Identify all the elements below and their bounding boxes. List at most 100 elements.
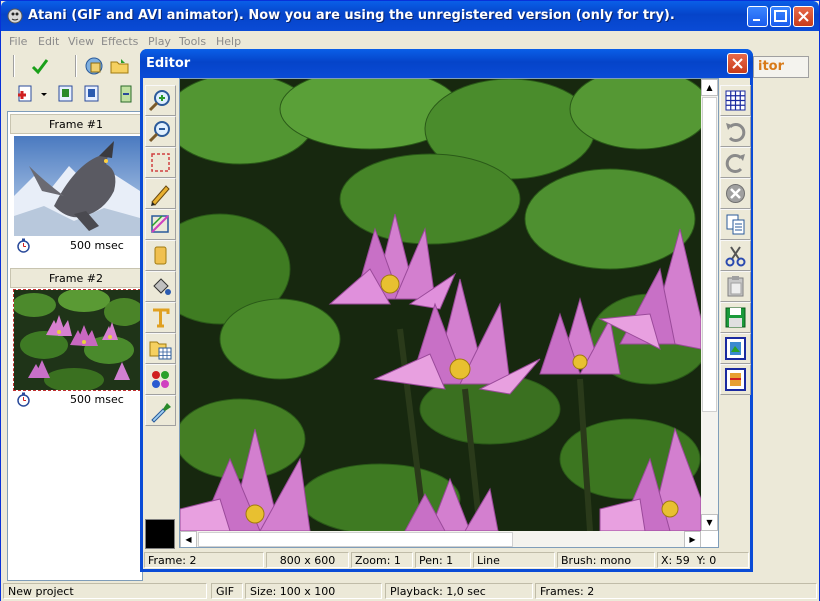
horizontal-scrollbar[interactable]: ◀ ▶ bbox=[180, 531, 701, 547]
menu-play[interactable]: Play bbox=[148, 35, 171, 48]
color-picker-tool[interactable] bbox=[145, 364, 176, 395]
frame-thumbnail[interactable] bbox=[13, 289, 141, 391]
paste-button[interactable] bbox=[720, 271, 751, 302]
dropdown-arrow-icon[interactable] bbox=[39, 83, 49, 105]
close-button[interactable] bbox=[793, 6, 814, 27]
canvas-image-water-lilies[interactable] bbox=[180, 79, 701, 531]
zoom-in-tool[interactable] bbox=[145, 85, 176, 116]
status-frames: Frames: 2 bbox=[535, 583, 817, 599]
canvas-area[interactable]: ▲ ▼ ◀ ▶ bbox=[179, 78, 719, 548]
scroll-left-button[interactable]: ◀ bbox=[180, 531, 197, 547]
menu-tools[interactable]: Tools bbox=[179, 35, 206, 48]
text-tool[interactable] bbox=[145, 302, 176, 333]
menu-file[interactable]: File bbox=[9, 35, 27, 48]
text-icon bbox=[153, 308, 170, 328]
frames-panel[interactable]: Frame #1 500 msec Frame #2 500 msec bbox=[7, 111, 143, 581]
editor-status-frame: Frame: 2 bbox=[144, 552, 264, 568]
frame-item[interactable]: Frame #2 500 msec bbox=[10, 268, 142, 408]
scroll-right-button[interactable]: ▶ bbox=[684, 531, 701, 547]
edit-toolbar bbox=[720, 85, 752, 395]
open-folder-icon[interactable] bbox=[109, 55, 131, 77]
menu-help[interactable]: Help bbox=[216, 35, 241, 48]
water-lilies-thumb-image bbox=[14, 290, 140, 390]
add-frame-icon[interactable] bbox=[15, 83, 37, 105]
cut-button[interactable] bbox=[720, 240, 751, 271]
frame-delay: 500 msec bbox=[70, 393, 124, 406]
open-web-icon[interactable] bbox=[83, 55, 105, 77]
undo-icon bbox=[726, 123, 746, 142]
editor-status-bar: Frame: 2 800 x 600 Zoom: 1 Pen: 1 Line B… bbox=[143, 550, 750, 569]
editor-close-button[interactable] bbox=[727, 53, 748, 74]
vertical-scrollbar[interactable]: ▲ ▼ bbox=[701, 79, 718, 531]
move-frame-left-icon[interactable] bbox=[55, 83, 77, 105]
stopwatch-icon[interactable] bbox=[16, 238, 31, 253]
frame-info: 500 msec bbox=[10, 390, 142, 408]
title-bar[interactable]: Atani (GIF and AVI animator). Now you ar… bbox=[1, 1, 819, 31]
frame-properties-icon[interactable] bbox=[115, 83, 137, 105]
vertical-scroll-thumb[interactable] bbox=[702, 97, 717, 412]
pencil-icon bbox=[151, 185, 170, 206]
frame-info: 500 msec bbox=[10, 236, 142, 254]
copy-icon bbox=[726, 214, 745, 235]
horizontal-scroll-thumb[interactable] bbox=[198, 532, 513, 547]
pencil-tool[interactable] bbox=[145, 178, 176, 209]
zoom-out-icon bbox=[148, 121, 170, 143]
close-icon bbox=[798, 11, 809, 22]
editor-window: Editor ▲ ▼ ◀ ▶ Frame: 2 800 x 600 Zoom: … bbox=[140, 49, 753, 572]
current-color-swatch[interactable] bbox=[145, 519, 175, 549]
menu-edit[interactable]: Edit bbox=[38, 35, 59, 48]
frame-item[interactable]: Frame #1 500 msec bbox=[10, 114, 142, 254]
move-frame-right-icon[interactable] bbox=[81, 83, 103, 105]
editor-status-pen: Pen: 1 bbox=[415, 552, 471, 568]
editor-status-brush: Brush: mono bbox=[557, 552, 655, 568]
app-logo-icon bbox=[7, 8, 23, 24]
status-bar: New project GIF Size: 100 x 100 Playback… bbox=[1, 581, 819, 601]
grid-calendar-tool[interactable] bbox=[145, 333, 176, 364]
menu-effects[interactable]: Effects bbox=[101, 35, 138, 48]
maximize-button[interactable] bbox=[770, 6, 791, 27]
line-tool[interactable] bbox=[145, 209, 176, 240]
frame-label: Frame #2 bbox=[10, 268, 142, 288]
menu-view[interactable]: View bbox=[68, 35, 94, 48]
save-button[interactable] bbox=[720, 302, 751, 333]
app-title: Atani (GIF and AVI animator). Now you ar… bbox=[28, 8, 675, 23]
scroll-up-button[interactable]: ▲ bbox=[701, 79, 718, 96]
checkmark-icon[interactable] bbox=[29, 55, 51, 77]
status-format: GIF bbox=[211, 583, 243, 599]
copy-button[interactable] bbox=[720, 209, 751, 240]
fill-tool[interactable] bbox=[145, 271, 176, 302]
editor-tab[interactable]: itor bbox=[753, 56, 809, 78]
dragon-scene-image bbox=[14, 136, 140, 236]
stopwatch-icon[interactable] bbox=[16, 392, 31, 407]
close-icon bbox=[732, 58, 743, 69]
grid-tool[interactable] bbox=[720, 85, 751, 116]
scroll-down-button[interactable]: ▼ bbox=[701, 514, 718, 531]
editor-status-tool: Line bbox=[473, 552, 555, 568]
undo-button[interactable] bbox=[720, 116, 751, 147]
select-tool[interactable] bbox=[145, 147, 176, 178]
frame-thumbnail[interactable] bbox=[14, 136, 140, 236]
editor-title-bar[interactable]: Editor bbox=[140, 49, 753, 78]
eraser-tool[interactable] bbox=[145, 240, 176, 271]
frame-image-button[interactable] bbox=[720, 333, 751, 364]
redo-icon bbox=[725, 154, 745, 173]
eyedropper-icon bbox=[151, 403, 171, 423]
paste-icon bbox=[727, 276, 744, 297]
editor-title: Editor bbox=[146, 56, 191, 71]
export-frame-button[interactable] bbox=[720, 364, 751, 395]
drawing-toolbar bbox=[145, 85, 176, 525]
eyedropper-tool[interactable] bbox=[145, 395, 176, 426]
grid-icon bbox=[725, 90, 746, 111]
folder-grid-icon bbox=[149, 341, 172, 360]
minimize-icon bbox=[753, 19, 760, 21]
redo-button[interactable] bbox=[720, 147, 751, 178]
toolbar-separator bbox=[13, 55, 15, 77]
minimize-button[interactable] bbox=[747, 6, 768, 27]
editor-status-coords: X: 59 Y: 0 bbox=[657, 552, 749, 568]
zoom-out-tool[interactable] bbox=[145, 116, 176, 147]
frame-label: Frame #1 bbox=[10, 114, 142, 134]
frame-delay: 500 msec bbox=[70, 239, 124, 252]
status-playback: Playback: 1,0 sec bbox=[385, 583, 533, 599]
eraser-icon bbox=[154, 246, 167, 265]
delete-button[interactable] bbox=[720, 178, 751, 209]
